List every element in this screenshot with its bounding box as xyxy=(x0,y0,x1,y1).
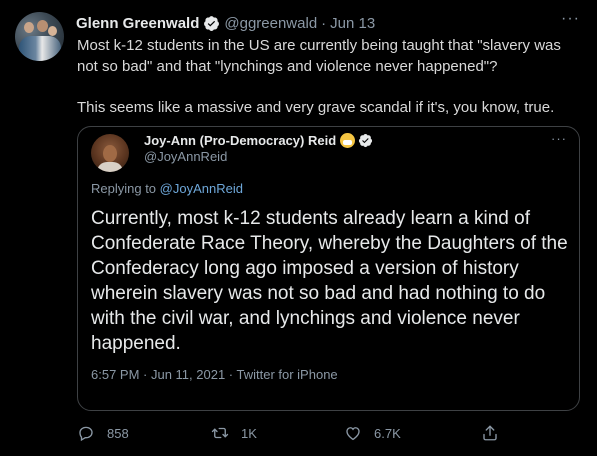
quoted-author-name[interactable]: Joy-Ann (Pro-Democracy) Reid xyxy=(144,133,336,148)
quoted-header: Joy-Ann (Pro-Democracy) Reid xyxy=(144,133,373,148)
reply-icon xyxy=(79,426,93,442)
quoted-more-icon[interactable]: ··· xyxy=(551,131,567,146)
replying-to: Replying to @JoyAnnReid xyxy=(91,181,243,196)
tweet-text-line-2: This seems like a massive and very grave… xyxy=(77,99,555,116)
quoted-tweet[interactable]: Joy-Ann (Pro-Democracy) Reid @JoyAnnReid… xyxy=(77,126,580,411)
tweet[interactable]: Glenn Greenwald @ggreenwald · Jun 13 ···… xyxy=(0,0,597,456)
share-icon xyxy=(483,425,497,441)
grimacing-emoji-icon xyxy=(340,133,356,148)
author-handle[interactable]: @ggreenwald xyxy=(224,15,317,32)
tweet-header: Glenn Greenwald @ggreenwald · Jun 13 xyxy=(76,13,375,33)
reply-button[interactable]: 858 xyxy=(77,424,129,442)
like-icon xyxy=(346,427,360,441)
replying-mention[interactable]: @JoyAnnReid xyxy=(160,181,243,196)
retweet-button[interactable]: 1K xyxy=(211,424,257,442)
reply-count: 858 xyxy=(107,425,129,441)
quoted-author-handle[interactable]: @JoyAnnReid xyxy=(144,149,227,164)
tweet-text-line-1: Most k-12 students in the US are current… xyxy=(77,37,561,75)
replying-prefix: Replying to xyxy=(91,181,160,196)
quoted-tweet-text: Currently, most k-12 students already le… xyxy=(91,208,568,354)
retweet-count: 1K xyxy=(241,425,257,441)
verified-badge-icon xyxy=(204,15,220,31)
more-icon[interactable]: ··· xyxy=(561,10,580,28)
verified-badge-icon xyxy=(359,133,373,148)
quoted-timestamp[interactable]: 6:57 PM · Jun 11, 2021 · Twitter for iPh… xyxy=(91,367,338,382)
tweet-text: Most k-12 students in the US are current… xyxy=(77,36,577,119)
author-name[interactable]: Glenn Greenwald xyxy=(76,15,199,32)
quoted-author-avatar[interactable] xyxy=(91,134,129,172)
tweet-date[interactable]: Jun 13 xyxy=(330,15,375,32)
author-avatar[interactable] xyxy=(15,12,64,61)
tweet-actions: 858 1K 6.7K xyxy=(77,424,577,446)
like-button[interactable]: 6.7K xyxy=(344,424,401,442)
retweet-icon xyxy=(211,427,229,439)
like-count: 6.7K xyxy=(374,425,401,441)
share-button[interactable] xyxy=(481,424,511,442)
header-separator: · xyxy=(321,14,327,32)
